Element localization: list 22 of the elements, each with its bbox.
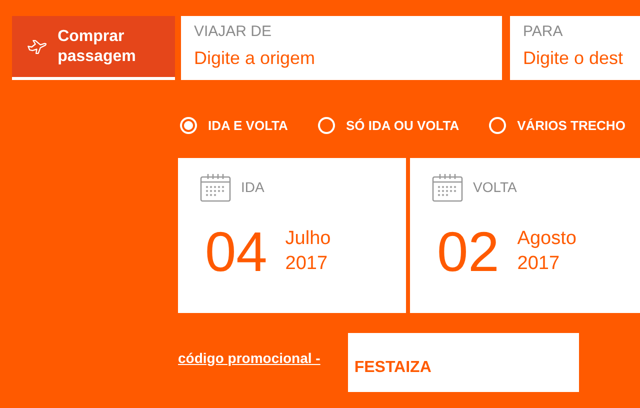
text-field[interactable]: VIAJAR DE Digite a origem xyxy=(181,16,502,80)
month-text: Agosto xyxy=(517,226,576,251)
month-text: Julho xyxy=(285,226,331,251)
trip-type-radio[interactable]: VÁRIOS TRECHO xyxy=(489,116,626,136)
input-field[interactable]: Digite a origem xyxy=(194,45,489,72)
trip-type-radio[interactable]: IDA E VOLTA xyxy=(180,116,288,136)
promo-code-field[interactable]: FESTAIZA xyxy=(348,332,580,392)
date-label: VOLTA xyxy=(473,178,517,196)
calendar-icon xyxy=(200,172,231,202)
buy-ticket-tab[interactable]: Comprar passagem xyxy=(12,16,175,80)
promo-code-link[interactable]: código promocional - xyxy=(178,348,320,368)
trip-type-radio[interactable]: SÓ IDA OU VOLTA xyxy=(318,116,460,136)
field-label: PARA xyxy=(523,23,564,41)
date-label: IDA xyxy=(241,178,264,196)
day-number: 02 xyxy=(437,224,500,280)
field-label: VIAJAR DE xyxy=(194,23,273,41)
year-text: 2017 xyxy=(517,252,561,276)
year-text: 2017 xyxy=(285,252,329,276)
input-field[interactable]: Digite o dest xyxy=(523,45,637,72)
text-field[interactable]: PARA Digite o dest xyxy=(510,16,640,80)
calendar-icon xyxy=(432,172,463,202)
day-number: 04 xyxy=(205,224,268,280)
